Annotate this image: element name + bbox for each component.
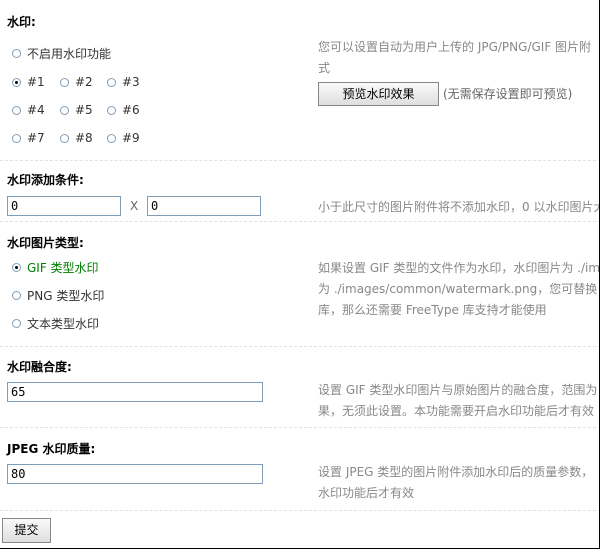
watermark-desc-line: 式: [318, 61, 331, 75]
watermark-option-label: #2: [75, 75, 93, 89]
size-separator: X: [130, 199, 139, 213]
condition-section: 水印添加条件: 0 X 0 小于此尺寸的图片附件将不添加水印，0 以水印图片大: [0, 161, 600, 222]
quality-desc-line: 设置 JPEG 类型的图片附件添加水印后的质量参数，: [318, 465, 594, 479]
preview-watermark-button[interactable]: 预览水印效果: [318, 82, 439, 106]
watermark-option-label: #1: [27, 75, 45, 89]
watermark-option-4[interactable]: #4: [12, 103, 45, 117]
type-option-label: GIF 类型水印: [27, 261, 99, 275]
watermark-option-6[interactable]: #6: [107, 103, 140, 117]
radio-icon[interactable]: [12, 291, 21, 300]
radio-icon[interactable]: [60, 133, 69, 143]
submit-button[interactable]: 提交: [2, 518, 51, 543]
min-width-input[interactable]: 0: [7, 196, 121, 216]
radio-icon[interactable]: [12, 105, 21, 115]
watermark-option-label: #3: [122, 75, 140, 89]
watermark-option-label: #6: [122, 103, 140, 117]
quality-input[interactable]: 80: [7, 464, 263, 484]
watermark-option-label: #7: [27, 131, 45, 145]
type-option-text[interactable]: 文本类型水印: [12, 315, 99, 332]
blend-desc-line: 果，无须此设置。本功能需要开启水印功能后才有效: [318, 404, 595, 418]
radio-icon[interactable]: [12, 77, 21, 87]
quality-description: 设置 JPEG 类型的图片附件添加水印后的质量参数， 水印功能后才有效: [318, 462, 599, 504]
blend-input[interactable]: 65: [7, 382, 263, 402]
watermark-option-disable[interactable]: 不启用水印功能: [12, 45, 111, 62]
quality-title: JPEG 水印质量:: [7, 442, 96, 456]
type-option-label: PNG 类型水印: [27, 289, 105, 303]
type-title: 水印图片类型:: [7, 236, 84, 250]
radio-icon[interactable]: [60, 77, 69, 87]
type-desc-line: 为 ./images/common/watermark.png，您可替换: [318, 282, 598, 296]
type-option-label: 文本类型水印: [27, 317, 100, 331]
blend-desc-line: 设置 GIF 类型水印图片与原始图片的融合度，范围为: [318, 383, 598, 397]
type-option-gif[interactable]: GIF 类型水印: [12, 259, 99, 276]
type-section: 水印图片类型: GIF 类型水印 PNG 类型水印 文本类型水印 如果设置 GI…: [0, 222, 600, 347]
preview-note: (无需保存设置即可预览): [443, 87, 573, 101]
watermark-option-label: 不启用水印功能: [27, 47, 112, 61]
watermark-option-7[interactable]: #7: [12, 131, 45, 145]
watermark-title: 水印:: [7, 15, 36, 29]
watermark-option-5[interactable]: #5: [60, 103, 93, 117]
watermark-option-9[interactable]: #9: [107, 131, 140, 145]
quality-section: JPEG 水印质量: 80 设置 JPEG 类型的图片附件添加水印后的质量参数，…: [0, 428, 599, 511]
radio-icon[interactable]: [12, 319, 21, 328]
watermark-option-8[interactable]: #8: [60, 131, 93, 145]
type-desc-line: 库，那么还需要 FreeType 库支持才能使用: [318, 303, 547, 317]
blend-section: 水印融合度: 65 设置 GIF 类型水印图片与原始图片的融合度，范围为 果，无…: [0, 347, 599, 428]
watermark-option-1[interactable]: #1: [12, 75, 45, 89]
type-desc-line: 如果设置 GIF 类型的文件作为水印，水印图片为 ./ima: [318, 261, 600, 275]
radio-icon[interactable]: [107, 133, 116, 143]
condition-title: 水印添加条件:: [7, 173, 84, 187]
watermark-option-label: #8: [75, 131, 93, 145]
radio-icon[interactable]: [107, 77, 116, 87]
blend-description: 设置 GIF 类型水印图片与原始图片的融合度，范围为 果，无须此设置。本功能需要…: [318, 380, 599, 422]
watermark-option-label: #9: [122, 131, 140, 145]
watermark-option-label: #4: [27, 103, 45, 117]
watermark-option-2[interactable]: #2: [60, 75, 93, 89]
min-height-input[interactable]: 0: [147, 196, 261, 216]
type-description: 如果设置 GIF 类型的文件作为水印，水印图片为 ./ima 为 ./image…: [318, 258, 600, 321]
blend-title: 水印融合度:: [7, 360, 72, 374]
watermark-option-label: #5: [75, 103, 93, 117]
condition-description: 小于此尺寸的图片附件将不添加水印，0 以水印图片大: [318, 200, 600, 214]
watermark-description: 您可以设置自动为用户上传的 JPG/PNG/GIF 图片附 式: [318, 37, 599, 79]
radio-icon[interactable]: [12, 133, 21, 143]
radio-icon[interactable]: [12, 49, 21, 58]
watermark-section: 水印: 不启用水印功能 #1 #2 #3 #4 #5 #6 #7 #8 #9 您…: [0, 0, 599, 161]
type-option-png[interactable]: PNG 类型水印: [12, 287, 104, 304]
radio-icon[interactable]: [12, 263, 21, 272]
watermark-option-3[interactable]: #3: [107, 75, 140, 89]
watermark-desc-line: 您可以设置自动为用户上传的 JPG/PNG/GIF 图片附: [318, 40, 592, 54]
radio-icon[interactable]: [60, 105, 69, 115]
settings-panel: 水印: 不启用水印功能 #1 #2 #3 #4 #5 #6 #7 #8 #9 您…: [0, 0, 600, 549]
radio-icon[interactable]: [107, 105, 116, 115]
quality-desc-line: 水印功能后才有效: [318, 486, 415, 500]
